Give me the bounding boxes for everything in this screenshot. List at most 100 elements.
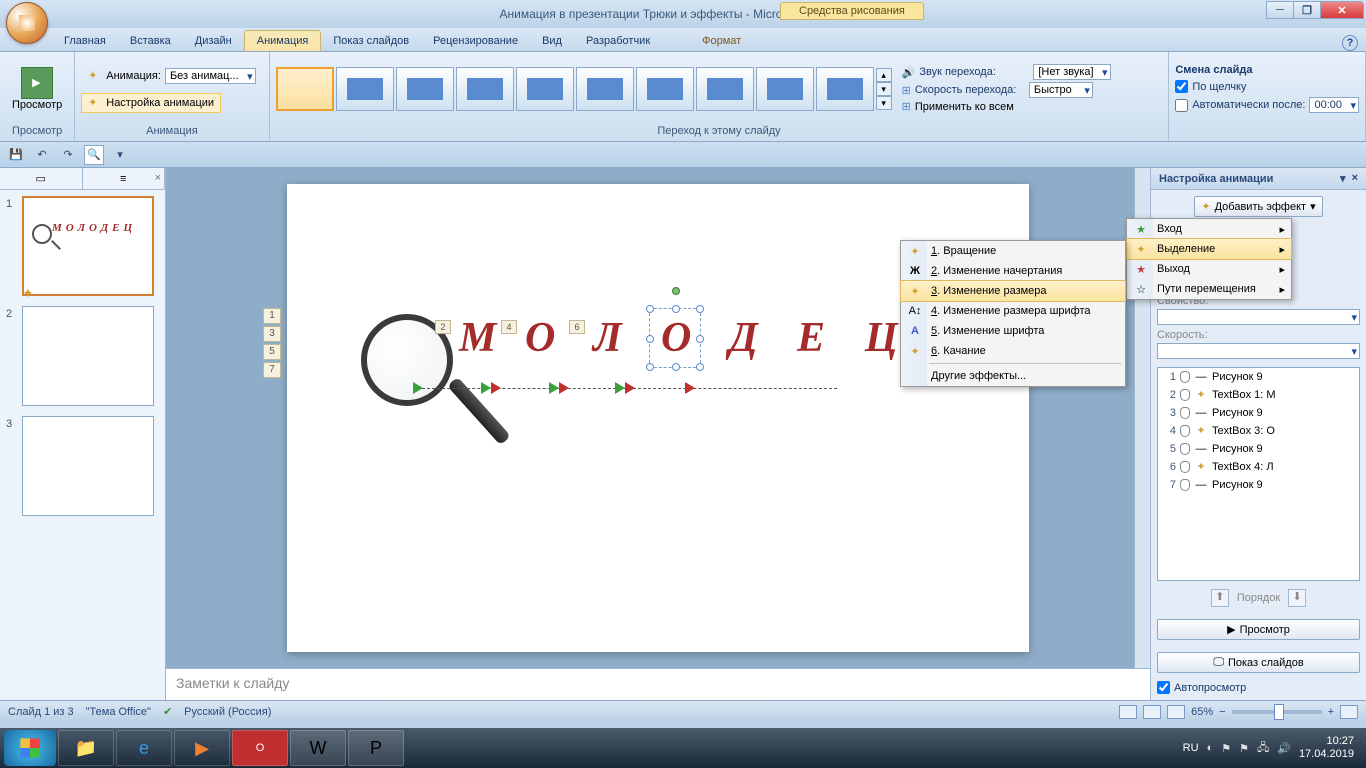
taskbar-opera[interactable]: O <box>232 730 288 766</box>
slide-thumbnail-2[interactable] <box>22 306 154 406</box>
language-indicator[interactable]: Русский (Россия) <box>184 706 271 718</box>
resize-handle[interactable] <box>646 335 654 343</box>
tab-review[interactable]: Рецензирование <box>421 31 530 51</box>
play-button[interactable]: ▶ Просмотр <box>1157 619 1360 640</box>
transition-item[interactable] <box>636 67 694 111</box>
language-bar[interactable]: RU <box>1183 742 1199 754</box>
qat-more[interactable]: ▾ <box>110 145 130 165</box>
volume-icon[interactable]: 🔊 <box>1277 742 1291 755</box>
gallery-up[interactable]: ▴ <box>876 68 892 82</box>
autopreview-checkbox[interactable]: Автопросмотр <box>1157 681 1360 694</box>
transition-item[interactable] <box>696 67 754 111</box>
animation-list-item[interactable]: 6✦TextBox 4: Л <box>1158 458 1359 476</box>
slides-tab[interactable]: ▭ <box>0 168 83 189</box>
pane-close[interactable]: × <box>1352 172 1358 185</box>
tab-developer[interactable]: Разработчик <box>574 31 662 51</box>
menu-entrance[interactable]: ★Вход▸ <box>1127 219 1291 239</box>
tab-slideshow[interactable]: Показ слайдов <box>321 31 421 51</box>
auto-after-checkbox[interactable]: Автоматически после: 00:00 <box>1175 97 1359 113</box>
gallery-expand[interactable]: ▾ <box>876 96 892 110</box>
tab-design[interactable]: Дизайн <box>183 31 244 51</box>
animation-list-item[interactable]: 1—Рисунок 9 <box>1158 368 1359 386</box>
fit-button[interactable] <box>1340 705 1358 719</box>
animation-tag[interactable]: 6 <box>569 320 585 334</box>
menu-change-font-size[interactable]: A↕4. Изменение размера шрифта <box>901 301 1125 321</box>
zoom-in-button[interactable]: + <box>1328 706 1334 718</box>
letter-d[interactable]: Д <box>729 314 758 362</box>
menu-teeter[interactable]: ✦6. Качание <box>901 341 1125 361</box>
auto-time-field[interactable]: 00:00 <box>1309 97 1359 113</box>
animation-list-item[interactable]: 2✦TextBox 1: М <box>1158 386 1359 404</box>
transition-item[interactable] <box>456 67 514 111</box>
menu-grow-shrink[interactable]: ✦3. Изменение размера <box>900 280 1126 302</box>
taskbar-media[interactable]: ▶ <box>174 730 230 766</box>
rotate-handle[interactable] <box>672 287 680 295</box>
slide-thumbnail-1[interactable]: МОЛОДЕЦ ✦ <box>22 196 154 296</box>
zoom-slider[interactable] <box>1232 710 1322 714</box>
help-button[interactable]: ? <box>1342 35 1358 51</box>
gallery-down[interactable]: ▾ <box>876 82 892 96</box>
start-button[interactable] <box>4 730 56 766</box>
path-point-icon[interactable] <box>549 382 559 394</box>
animation-list-item[interactable]: 5—Рисунок 9 <box>1158 440 1359 458</box>
undo-button[interactable]: ↶ <box>32 145 52 165</box>
transition-item[interactable] <box>516 67 574 111</box>
transition-item[interactable] <box>576 67 634 111</box>
path-point-icon[interactable] <box>491 382 501 394</box>
custom-animation-button[interactable]: ✦ Настройка анимации <box>81 93 221 113</box>
tray-icon[interactable]: ◐ <box>1207 742 1214 754</box>
animate-value[interactable]: Без анимац... <box>165 68 256 84</box>
transition-item[interactable] <box>396 67 454 111</box>
animation-list-item[interactable]: 3—Рисунок 9 <box>1158 404 1359 422</box>
transition-item[interactable] <box>756 67 814 111</box>
minimize-button[interactable]: ─ <box>1266 1 1294 19</box>
maximize-button[interactable]: ❐ <box>1293 1 1321 19</box>
animation-tag[interactable]: 2 <box>435 320 451 334</box>
animation-tag[interactable]: 1 <box>263 308 281 324</box>
tab-animations[interactable]: Анимация <box>244 30 322 51</box>
tab-format[interactable]: Формат <box>690 31 753 51</box>
path-point-icon[interactable] <box>559 382 569 394</box>
tab-home[interactable]: Главная <box>52 31 118 51</box>
save-button[interactable]: 💾 <box>6 145 26 165</box>
zoom-out-button[interactable]: − <box>1219 706 1225 718</box>
path-start-icon[interactable] <box>413 382 423 394</box>
resize-handle[interactable] <box>646 363 654 371</box>
normal-view-button[interactable] <box>1119 705 1137 719</box>
pane-menu[interactable]: ▾ <box>1340 172 1346 185</box>
sorter-view-button[interactable] <box>1143 705 1161 719</box>
path-point-icon[interactable] <box>615 382 625 394</box>
property-dropdown[interactable] <box>1157 309 1360 325</box>
slideshow-button[interactable]: 🖵 Показ слайдов <box>1157 652 1360 673</box>
redo-button[interactable]: ↷ <box>58 145 78 165</box>
transition-none[interactable] <box>276 67 334 111</box>
panel-close[interactable]: × <box>155 172 161 184</box>
qat-custom-button[interactable]: 🔍 <box>84 145 104 165</box>
transition-item[interactable] <box>816 67 874 111</box>
resize-handle[interactable] <box>696 335 704 343</box>
action-center-icon[interactable]: ⚑ <box>1239 742 1249 755</box>
taskbar-ie[interactable]: e <box>116 730 172 766</box>
speed-dropdown[interactable]: Быстро <box>1029 82 1093 98</box>
tab-insert[interactable]: Вставка <box>118 31 183 51</box>
path-point-icon[interactable] <box>625 382 635 394</box>
animation-tag[interactable]: 4 <box>501 320 517 334</box>
network-icon[interactable]: 🖧 <box>1257 739 1269 758</box>
office-button[interactable] <box>6 2 48 44</box>
move-up-button[interactable]: ⬆ <box>1211 589 1229 607</box>
notes-pane[interactable]: Заметки к слайду <box>166 668 1150 700</box>
zoom-percent[interactable]: 65% <box>1191 706 1213 718</box>
menu-motion-paths[interactable]: ☆Пути перемещения▸ <box>1127 279 1291 299</box>
animation-indicator-icon[interactable]: ✦ <box>22 285 34 302</box>
taskbar-explorer[interactable]: 📁 <box>58 730 114 766</box>
resize-handle[interactable] <box>696 305 704 313</box>
taskbar-powerpoint[interactable]: P <box>348 730 404 766</box>
animate-dropdown[interactable]: ✦ Анимация: Без анимац... <box>81 65 262 87</box>
slideshow-view-button[interactable] <box>1167 705 1185 719</box>
tray-icon[interactable]: ⚑ <box>1221 742 1231 755</box>
spellcheck-icon[interactable]: ✔ <box>163 705 172 718</box>
tab-view[interactable]: Вид <box>530 31 574 51</box>
slide-thumbnail-3[interactable] <box>22 416 154 516</box>
on-click-checkbox[interactable]: По щелчку <box>1175 80 1246 93</box>
apply-all-button[interactable]: ⊞ Применить ко всем <box>902 100 1111 113</box>
